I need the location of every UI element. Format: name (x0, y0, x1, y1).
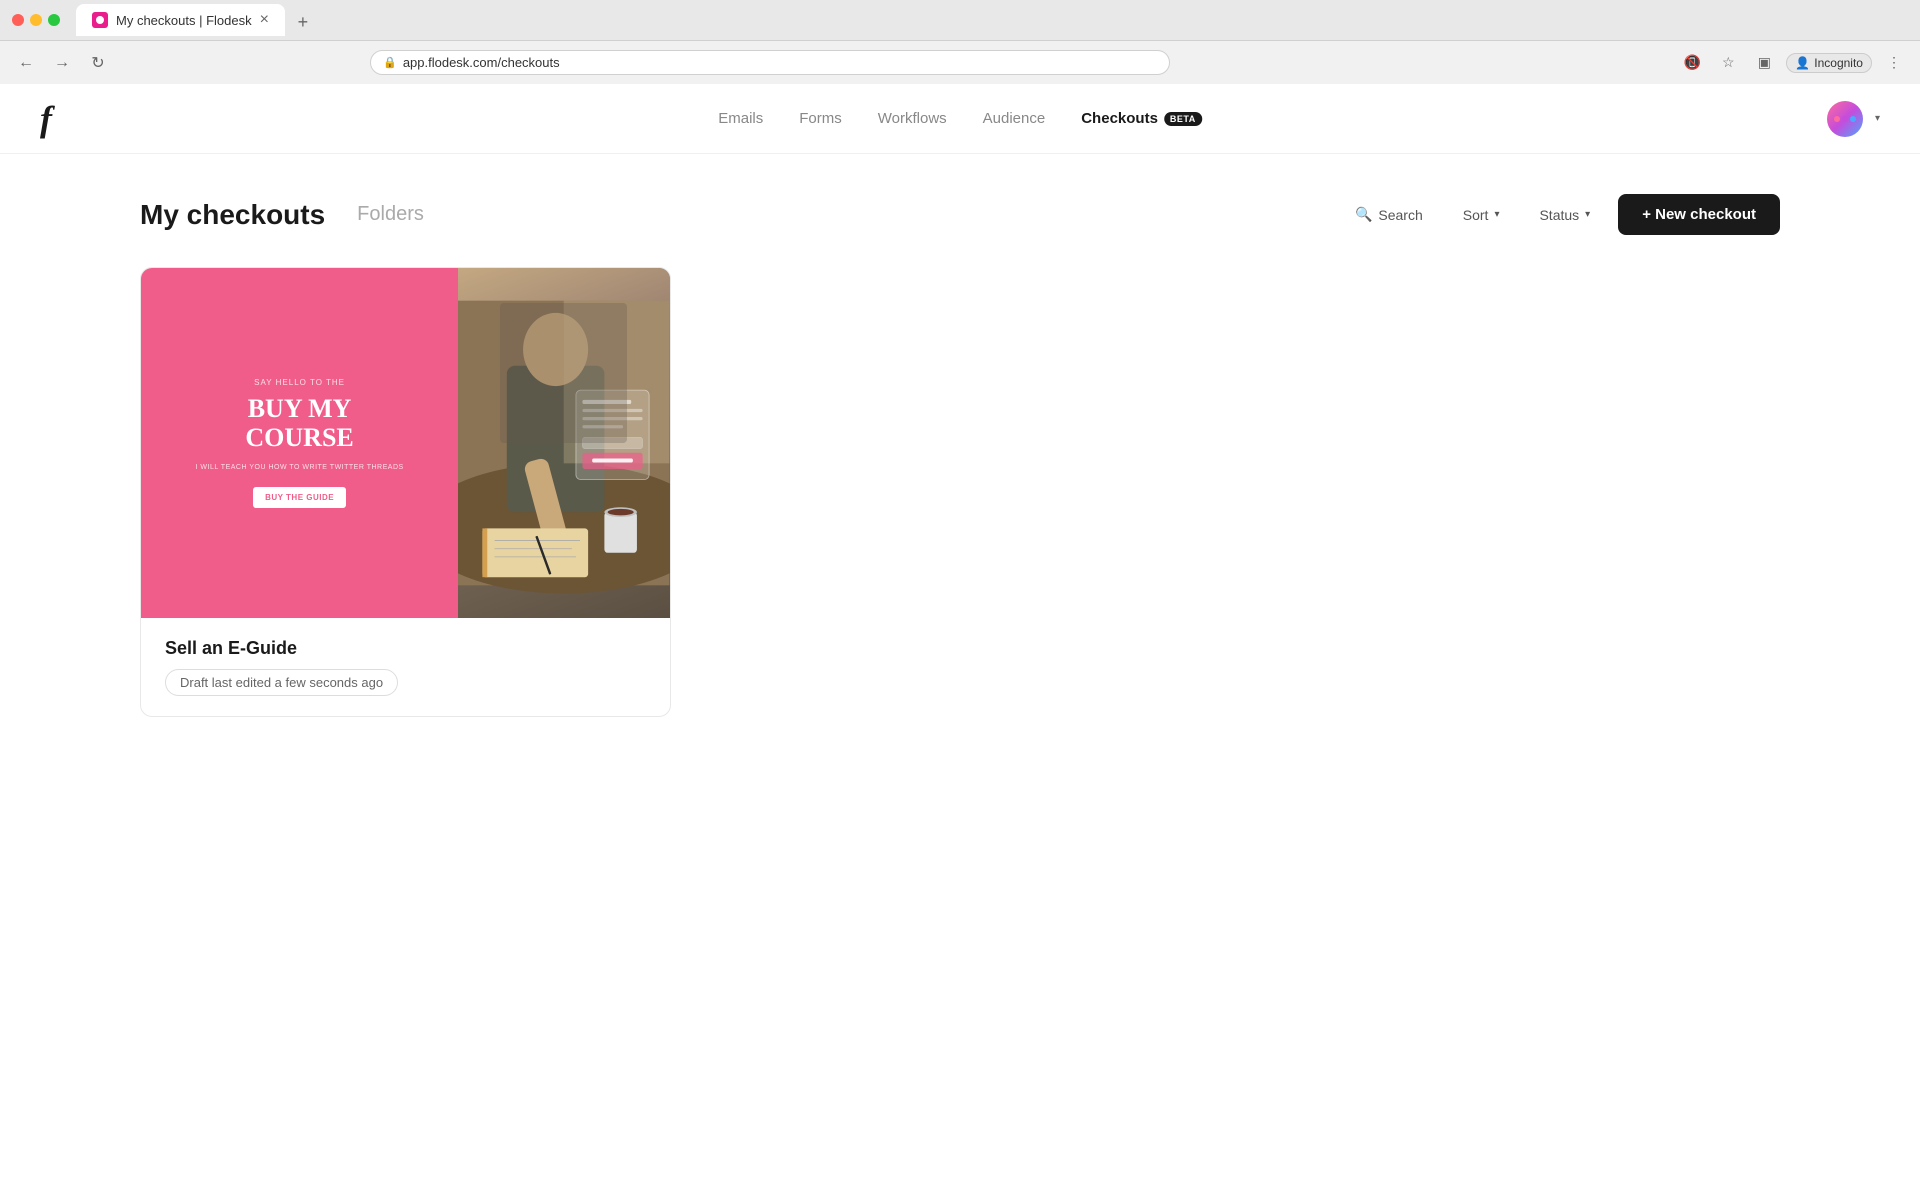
avatar-dot-2 (1842, 116, 1848, 122)
page-title: My checkouts (140, 199, 325, 231)
profile-icon: 👤 (1795, 56, 1810, 70)
preview-pink-section: SAY HELLO TO THE BUY MY COURSE I WILL TE… (141, 268, 458, 618)
tab-favicon (92, 12, 108, 28)
preview-title-line1: BUY MY (248, 394, 352, 423)
nav-right: ▾ (1827, 101, 1880, 137)
nav-link-emails[interactable]: Emails (718, 110, 763, 127)
tab-title: My checkouts | Flodesk (116, 13, 252, 28)
address-bar[interactable]: 🔒 app.flodesk.com/checkouts (370, 50, 1170, 75)
browser-titlebar: My checkouts | Flodesk × + (0, 0, 1920, 40)
nav-links: Emails Forms Workflows Audience Checkout… (718, 110, 1202, 127)
new-tab-button[interactable]: + (289, 8, 317, 36)
back-button[interactable]: ← (12, 49, 40, 77)
photo-simulation (458, 268, 669, 618)
tab-close-button[interactable]: × (260, 11, 269, 29)
checkout-card-name: Sell an E-Guide (165, 638, 646, 659)
avatar-dropdown-arrow[interactable]: ▾ (1875, 113, 1880, 124)
preview-subtitle: I WILL TEACH YOU HOW TO WRITE TWITTER TH… (196, 464, 404, 471)
sort-button[interactable]: Sort ▾ (1451, 199, 1512, 231)
lock-icon: 🔒 (383, 56, 397, 69)
refresh-button[interactable]: ↻ (84, 49, 112, 77)
main-content: My checkouts Folders 🔍 Search Sort ▾ Sta… (0, 154, 1920, 757)
nav-link-checkouts-label: Checkouts (1081, 110, 1158, 127)
close-window-button[interactable] (12, 14, 24, 26)
preview-title: BUY MY COURSE (245, 395, 353, 452)
status-label: Status (1539, 207, 1579, 223)
page-header: My checkouts Folders 🔍 Search Sort ▾ Sta… (140, 194, 1780, 235)
avatar-dot-3 (1850, 116, 1856, 122)
search-label: Search (1378, 207, 1422, 223)
sidebar-icon[interactable]: ▣ (1750, 49, 1778, 77)
checkout-card-info: Sell an E-Guide Draft last edited a few … (141, 618, 670, 716)
profile-label: Incognito (1814, 56, 1863, 70)
checkout-card-status: Draft last edited a few seconds ago (165, 669, 398, 696)
checkout-card[interactable]: SAY HELLO TO THE BUY MY COURSE I WILL TE… (140, 267, 671, 717)
checkout-card-preview: SAY HELLO TO THE BUY MY COURSE I WILL TE… (141, 268, 670, 618)
status-chevron: ▾ (1585, 209, 1590, 220)
sort-chevron: ▾ (1494, 209, 1499, 220)
nav-link-audience[interactable]: Audience (983, 110, 1046, 127)
browser-chrome: My checkouts | Flodesk × + ← → ↻ 🔒 app.f… (0, 0, 1920, 84)
browser-nav-actions: 📵 ☆ ▣ 👤 Incognito ⋮ (1678, 49, 1908, 77)
logo-text: f (40, 98, 52, 140)
browser-menu-button[interactable]: ⋮ (1880, 49, 1908, 77)
browser-navigation: ← → ↻ 🔒 app.flodesk.com/checkouts 📵 ☆ ▣ … (0, 40, 1920, 84)
profile-button[interactable]: 👤 Incognito (1786, 53, 1872, 73)
search-button[interactable]: 🔍 Search (1343, 198, 1435, 231)
new-checkout-button[interactable]: + New checkout (1618, 194, 1780, 235)
browser-window-controls (12, 14, 60, 26)
avatar-dots (1834, 116, 1856, 122)
forward-button[interactable]: → (48, 49, 76, 77)
tab-favicon-inner (96, 16, 104, 24)
nav-link-workflows[interactable]: Workflows (878, 110, 947, 127)
camera-off-icon: 📵 (1678, 49, 1706, 77)
app: f Emails Forms Workflows Audience Checko… (0, 84, 1920, 1200)
nav-link-checkouts[interactable]: Checkouts BETA (1081, 110, 1202, 127)
browser-tabs: My checkouts | Flodesk × + (76, 4, 317, 36)
page-tabs: Folders (357, 203, 424, 226)
maximize-window-button[interactable] (48, 14, 60, 26)
avatar-dot-1 (1834, 116, 1840, 122)
preview-cta-button[interactable]: BUY THE GUIDE (253, 487, 346, 508)
preview-photo-svg (458, 268, 669, 618)
page-actions: 🔍 Search Sort ▾ Status ▾ + New checkout (1343, 194, 1780, 235)
preview-title-line2: COURSE (245, 423, 353, 452)
preview-inner: SAY HELLO TO THE BUY MY COURSE I WILL TE… (141, 268, 670, 618)
bookmark-icon[interactable]: ☆ (1714, 49, 1742, 77)
tab-folders[interactable]: Folders (357, 203, 424, 226)
checkout-grid: SAY HELLO TO THE BUY MY COURSE I WILL TE… (140, 267, 1780, 717)
search-icon: 🔍 (1355, 206, 1372, 223)
preview-say-hello: SAY HELLO TO THE (254, 378, 345, 387)
active-tab[interactable]: My checkouts | Flodesk × (76, 4, 285, 36)
avatar[interactable] (1827, 101, 1863, 137)
status-button[interactable]: Status ▾ (1527, 199, 1602, 231)
top-nav: f Emails Forms Workflows Audience Checko… (0, 84, 1920, 154)
preview-photo-section (458, 268, 669, 618)
nav-link-forms[interactable]: Forms (799, 110, 842, 127)
sort-label: Sort (1463, 207, 1489, 223)
checkout-status-text: Draft last edited a few seconds ago (180, 675, 383, 690)
address-text: app.flodesk.com/checkouts (403, 55, 560, 70)
minimize-window-button[interactable] (30, 14, 42, 26)
beta-badge: BETA (1164, 112, 1202, 126)
logo[interactable]: f (40, 98, 52, 140)
